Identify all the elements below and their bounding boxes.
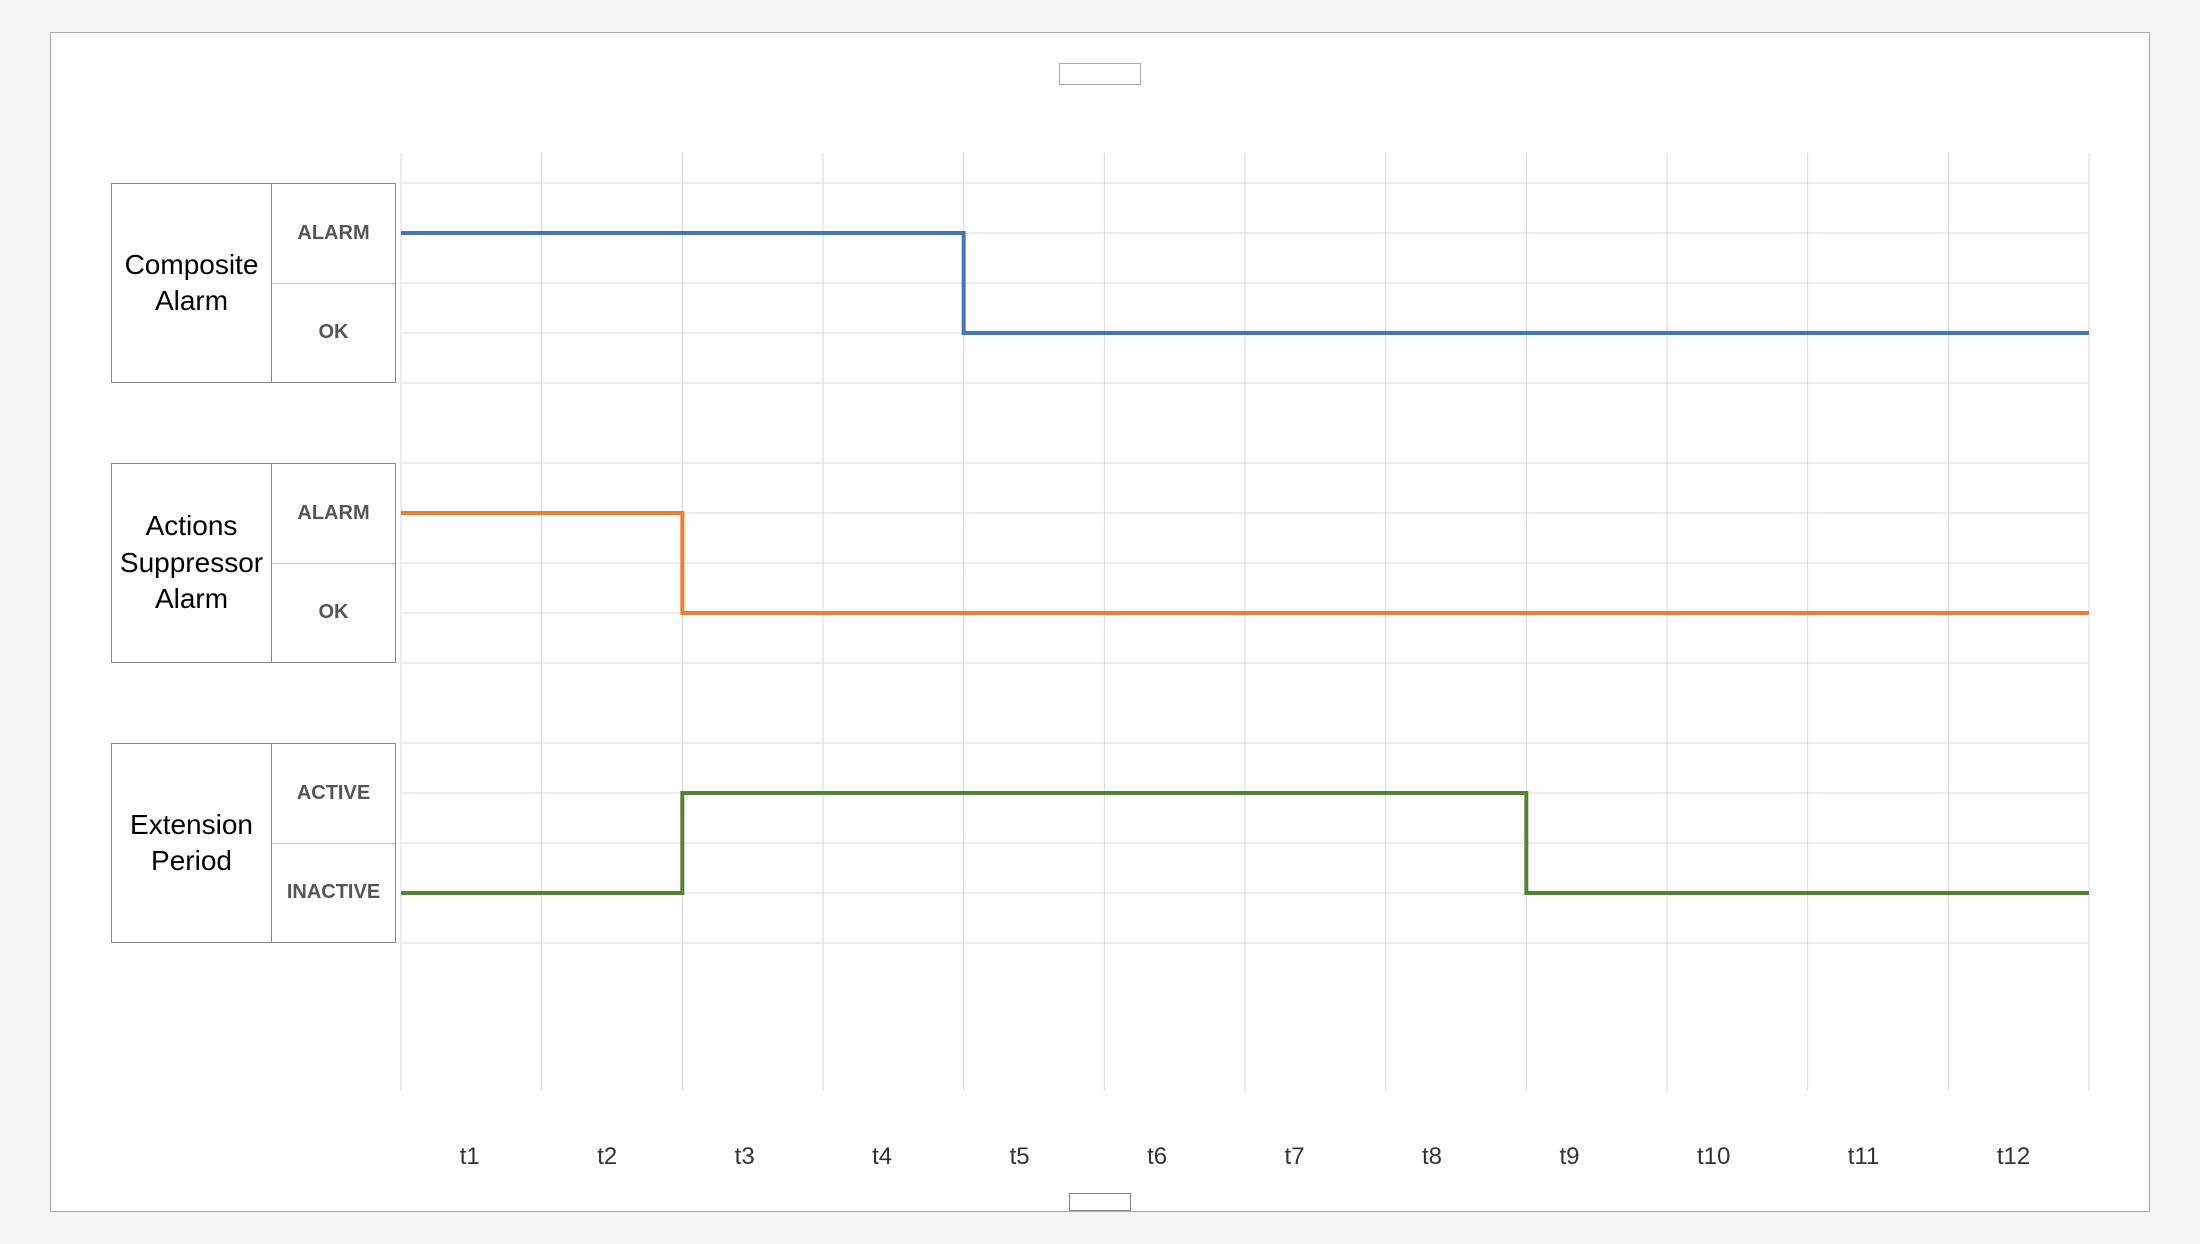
time-tick-t12: t12	[1997, 1143, 2030, 1171]
composite-alarm-row: CompositeAlarm ALARM OK	[111, 183, 396, 383]
chart-area: CompositeAlarm ALARM OK ActionsSuppresso…	[111, 153, 2089, 1091]
chart-svg	[401, 153, 2089, 1091]
time-tick-t5: t5	[1010, 1143, 1030, 1171]
time-tick-t8: t8	[1422, 1143, 1442, 1171]
extension-period-state-active: ACTIVE	[272, 744, 395, 844]
extension-period-states: ACTIVE INACTIVE	[272, 744, 395, 942]
time-axis: t1 t2 t3 t4 t5 t6 t7 t8 t9 t10 t11 t12	[401, 1143, 2089, 1171]
time-tick-t11: t11	[1848, 1143, 1880, 1171]
composite-alarm-label: CompositeAlarm	[112, 184, 272, 382]
suppressor-alarm-state-alarm: ALARM	[272, 464, 395, 564]
suppressor-alarm-row: ActionsSuppressorAlarm ALARM OK	[111, 463, 396, 663]
composite-alarm-state-alarm: ALARM	[272, 184, 395, 284]
time-tick-t3: t3	[735, 1143, 755, 1171]
time-label	[1069, 1193, 1131, 1211]
time-tick-t7: t7	[1285, 1143, 1305, 1171]
suppressor-alarm-state-ok: OK	[272, 564, 395, 663]
suppressor-alarm-label: ActionsSuppressorAlarm	[112, 464, 272, 662]
time-tick-t9: t9	[1559, 1143, 1579, 1171]
time-tick-t10: t10	[1697, 1143, 1730, 1171]
time-tick-t6: t6	[1147, 1143, 1167, 1171]
time-tick-t1: t1	[460, 1143, 480, 1171]
suppressor-alarm-states: ALARM OK	[272, 464, 395, 662]
composite-alarm-states: ALARM OK	[272, 184, 395, 382]
chart-title	[1059, 63, 1141, 85]
chart-container: CompositeAlarm ALARM OK ActionsSuppresso…	[50, 32, 2150, 1212]
time-tick-t4: t4	[872, 1143, 892, 1171]
extension-period-row: ExtensionPeriod ACTIVE INACTIVE	[111, 743, 396, 943]
extension-period-state-inactive: INACTIVE	[272, 844, 395, 943]
composite-alarm-state-ok: OK	[272, 284, 395, 383]
time-tick-t2: t2	[597, 1143, 617, 1171]
extension-period-label: ExtensionPeriod	[112, 744, 272, 942]
